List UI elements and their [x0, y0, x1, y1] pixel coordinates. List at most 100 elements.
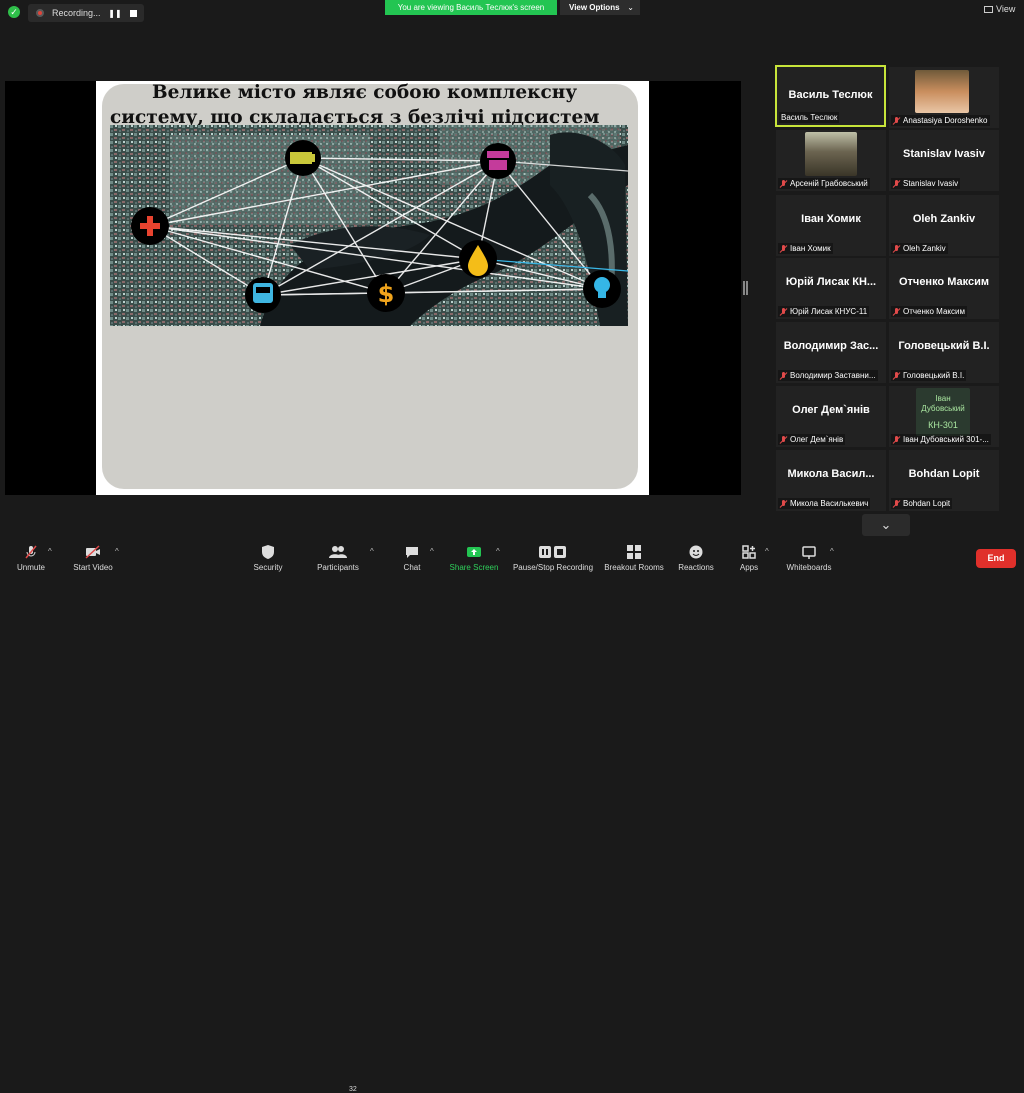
unmute-label: Unmute: [16, 563, 45, 572]
stop-recording-icon[interactable]: [126, 6, 140, 20]
photo-text-line3: КН-301: [928, 420, 958, 430]
apps-caret-icon[interactable]: ^: [765, 547, 769, 556]
share-screen-button[interactable]: Share Screen: [449, 540, 499, 572]
participant-name-label: Арсеній Грабовський: [778, 178, 870, 189]
participant-name-label: Stanislav Ivasiv: [891, 178, 961, 189]
participants-button[interactable]: Participants: [312, 540, 364, 572]
security-button[interactable]: Security: [248, 540, 288, 572]
participant-tile-name: Bohdan Lopit: [908, 468, 980, 480]
participant-tile[interactable]: Отченко Максим Отченко Максим: [889, 258, 999, 319]
security-label: Security: [253, 563, 283, 572]
participant-name-text: Oleh Zankiv: [903, 244, 946, 253]
participants-count: 32: [349, 1086, 357, 1093]
participant-name-text: Арсеній Грабовський: [790, 179, 868, 188]
smiley-icon: [676, 544, 716, 560]
participants-icon: [312, 544, 364, 560]
participant-name-text: Anastasiya Doroshenko: [903, 116, 988, 125]
reactions-label: Reactions: [678, 563, 714, 572]
participant-tile[interactable]: Юрій Лисак КН... Юрій Лисак КНУС-11: [776, 258, 886, 319]
start-video-label: Start Video: [73, 563, 113, 572]
recording-label: Recording...: [52, 8, 101, 18]
whiteboards-caret-icon[interactable]: ^: [830, 547, 834, 556]
participant-tile[interactable]: Anastasiya Doroshenko: [889, 67, 999, 128]
participant-tile[interactable]: Арсеній Грабовський: [776, 130, 886, 191]
panel-resize-handle[interactable]: [743, 281, 745, 295]
share-caret-icon[interactable]: ^: [496, 547, 500, 556]
participant-tile-name: Микола Васил...: [787, 468, 875, 480]
pause-stop-icon: [512, 544, 594, 560]
audio-options-caret-icon[interactable]: ^: [48, 547, 52, 556]
meeting-toolbar: Unmute ^ Start Video ^ Security Particip…: [0, 540, 1024, 1093]
view-grid-icon: [984, 6, 993, 14]
viewing-banner: You are viewing Василь Теслюк's screen: [385, 0, 557, 15]
mic-muted-icon: [780, 499, 787, 508]
participant-name-text: Отченко Максим: [903, 307, 965, 316]
slide-title: Велике місто являє собою комплексну сист…: [110, 80, 630, 130]
participant-name-label: Отченко Максим: [891, 306, 967, 317]
participant-tile[interactable]: Іван Хомик Іван Хомик: [776, 195, 886, 256]
participant-name-label: Іван Дубовський 301-...: [891, 434, 991, 445]
pause-stop-label: Pause/Stop Recording: [512, 563, 594, 572]
pause-recording-icon[interactable]: ❚❚: [108, 6, 122, 20]
participant-tile[interactable]: Oleh Zankiv Oleh Zankiv: [889, 195, 999, 256]
participants-caret-icon[interactable]: ^: [370, 547, 374, 556]
participant-name-text: Юрій Лисак КНУС-11: [790, 307, 868, 316]
photo-text-line1: Іван: [935, 394, 951, 403]
participant-name-label: Oleh Zankiv: [891, 243, 948, 254]
reactions-button[interactable]: Reactions: [676, 540, 716, 572]
share-screen-icon: [449, 544, 499, 560]
participant-tile-name: Олег Дем`янів: [792, 404, 870, 416]
mic-muted-icon: [780, 179, 787, 188]
panel-resize-handle-2[interactable]: [746, 281, 748, 295]
top-bar: ✓ Recording... ❚❚ You are viewing Василь…: [0, 0, 1024, 24]
mic-muted-icon: [780, 371, 787, 380]
participant-tile[interactable]: Stanislav Ivasiv Stanislav Ivasiv: [889, 130, 999, 191]
participant-tile[interactable]: Володимир Зас... Володимир Заставни...: [776, 322, 886, 383]
video-off-icon: [70, 544, 116, 560]
participant-name-text: Stanislav Ivasiv: [903, 179, 959, 188]
view-label: View: [996, 4, 1016, 14]
start-video-button[interactable]: Start Video: [70, 540, 116, 572]
participant-name-text: Олег Дем`янів: [790, 435, 844, 444]
chat-caret-icon[interactable]: ^: [430, 547, 434, 556]
apps-button[interactable]: Apps: [736, 540, 762, 572]
participant-tile[interactable]: Василь Теслюк Василь Теслюк: [775, 65, 886, 127]
apps-label: Apps: [739, 563, 759, 572]
participant-tile[interactable]: Олег Дем`янів Олег Дем`янів: [776, 386, 886, 447]
participant-photo: Іван Дубовський КН-301: [916, 388, 970, 436]
mic-muted-icon: [893, 307, 900, 316]
chat-button[interactable]: Chat: [397, 540, 427, 572]
recording-indicator: Recording... ❚❚: [28, 4, 144, 22]
waste-node-icon: [480, 143, 516, 179]
end-meeting-button[interactable]: End: [976, 549, 1016, 568]
breakout-grid-icon: [603, 544, 665, 560]
participant-name-label: Володимир Заставни...: [778, 370, 878, 381]
mic-muted-icon: [893, 179, 900, 188]
breakout-rooms-label: Breakout Rooms: [604, 563, 664, 572]
participant-tile-name: Юрій Лисак КН...: [785, 276, 877, 288]
whiteboards-button[interactable]: Whiteboards: [784, 540, 834, 572]
gallery-scroll-down-button[interactable]: ⌄: [862, 514, 910, 536]
participant-name-text: Головецький В.І.: [903, 371, 965, 380]
participant-tile[interactable]: Bohdan Lopit Bohdan Lopit: [889, 450, 999, 511]
participant-tile[interactable]: Іван Дубовський КН-301 Іван Дубовський 301-…: [889, 386, 999, 447]
apps-icon: [736, 544, 762, 560]
participant-photo: [915, 70, 969, 113]
breakout-rooms-button[interactable]: Breakout Rooms: [603, 540, 665, 572]
video-options-caret-icon[interactable]: ^: [115, 547, 119, 556]
mic-muted-icon: [893, 371, 900, 380]
participant-tile-name: Oleh Zankiv: [912, 213, 976, 225]
view-button[interactable]: View: [984, 4, 1015, 14]
hospital-node-icon: [131, 207, 169, 245]
security-shield-icon[interactable]: ✓: [8, 6, 20, 18]
participant-tile[interactable]: Микола Васил... Микола Василькевич: [776, 450, 886, 511]
photo-text-line2: Дубовський: [921, 404, 965, 413]
participant-name-text: Володимир Заставни...: [790, 371, 876, 380]
view-options-label: View Options: [569, 3, 620, 12]
participant-tile[interactable]: Головецький В.І. Головецький В.І.: [889, 322, 999, 383]
money-node-icon: $: [367, 274, 405, 312]
pause-stop-recording-button[interactable]: Pause/Stop Recording: [512, 540, 594, 572]
view-options-button[interactable]: View Options ⌄: [560, 0, 640, 15]
oil-drop-node-icon: [459, 240, 497, 278]
unmute-button[interactable]: Unmute: [10, 540, 52, 572]
